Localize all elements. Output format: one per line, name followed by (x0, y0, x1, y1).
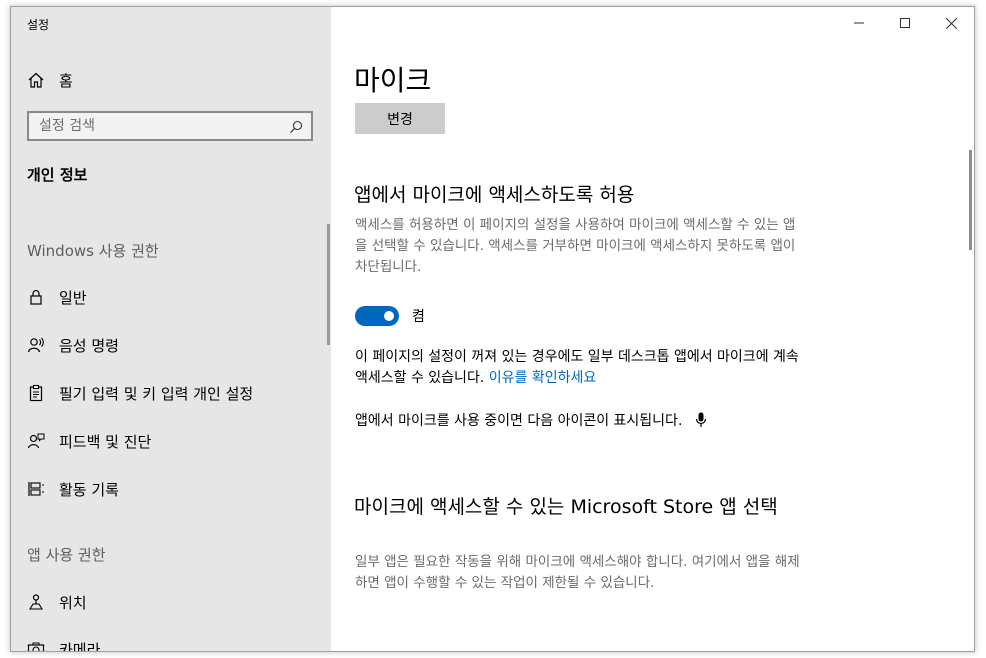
app-permissions-header: 앱 사용 권한 (27, 546, 106, 564)
sidebar-item-label: 위치 (59, 593, 87, 612)
maximize-icon (900, 18, 910, 28)
allow-access-toggle[interactable] (355, 306, 399, 326)
sidebar-home[interactable]: 홈 (27, 69, 73, 91)
toggle-knob (384, 311, 394, 321)
sidebar-item-general[interactable]: 일반 (27, 285, 87, 309)
close-icon (945, 17, 957, 29)
search-box[interactable] (27, 111, 313, 141)
clipboard-icon (27, 384, 45, 402)
mic-indicator-text: 앱에서 마이크를 사용 중이면 다음 아이콘이 표시됩니다. (355, 413, 683, 429)
sidebar-scrollbar[interactable] (327, 224, 330, 345)
content-scrollbar[interactable] (969, 150, 972, 250)
sidebar-item-label: 피드백 및 진단 (59, 432, 152, 451)
sidebar-item-location[interactable]: 위치 (27, 590, 87, 614)
sidebar-home-label: 홈 (59, 71, 73, 90)
location-icon (27, 593, 45, 611)
desktop-apps-note: 이 페이지의 설정이 꺼져 있는 경우에도 일부 데스크톱 앱에서 마이크에 계… (355, 347, 801, 389)
lock-icon (27, 288, 45, 306)
sidebar-item-speech[interactable]: 음성 명령 (27, 333, 119, 357)
activity-history-icon (27, 480, 45, 498)
app-title: 설정 (27, 18, 50, 32)
sidebar-item-label: 음성 명령 (59, 336, 119, 355)
camera-icon (27, 640, 45, 651)
minimize-icon (854, 22, 864, 24)
sidebar-item-label: 활동 기록 (59, 480, 119, 499)
mic-indicator-note: 앱에서 마이크를 사용 중이면 다음 아이콘이 표시됩니다. (355, 411, 801, 432)
allow-access-heading: 앱에서 마이크에 액세스하도록 허용 (354, 184, 635, 206)
sidebar-item-activity-history[interactable]: 활동 기록 (27, 477, 119, 501)
feedback-person-icon (27, 432, 45, 450)
main-content: 마이크 변경 앱에서 마이크에 액세스하도록 허용 액세스를 허용하면 이 페이… (331, 7, 974, 651)
sidebar: 설정 홈 개인 정보 Windows 사용 권한 일반 음성 명령 (11, 7, 331, 651)
search-icon[interactable] (289, 119, 303, 133)
allow-access-toggle-row: 켬 (355, 306, 425, 326)
sidebar-item-label: 일반 (59, 288, 87, 307)
sidebar-item-inking-typing[interactable]: 필기 입력 및 키 입력 개인 설정 (27, 381, 253, 405)
speech-icon (27, 336, 45, 354)
settings-window: 설정 홈 개인 정보 Windows 사용 권한 일반 음성 명령 (10, 6, 975, 652)
active-section-title: 개인 정보 (27, 166, 88, 184)
sidebar-item-label: 필기 입력 및 키 입력 개인 설정 (59, 384, 254, 403)
store-apps-heading: 마이크에 액세스할 수 있는 Microsoft Store 앱 선택 (354, 496, 778, 518)
sidebar-item-feedback[interactable]: 피드백 및 진단 (27, 429, 151, 453)
change-button[interactable]: 변경 (355, 103, 445, 134)
allow-access-description: 액세스를 허용하면 이 페이지의 설정을 사용하여 마이크에 액세스할 수 있는… (355, 217, 796, 275)
learn-why-link[interactable]: 이유를 확인하세요 (489, 370, 597, 386)
store-apps-description: 일부 앱은 필요한 작동을 위해 마이크에 액세스해야 합니다. 여기에서 앱을… (355, 554, 800, 591)
search-input[interactable] (29, 117, 289, 135)
sidebar-item-camera[interactable]: 카메라 (27, 637, 101, 652)
toggle-state-label: 켬 (412, 309, 425, 325)
windows-permissions-header: Windows 사용 권한 (27, 242, 159, 260)
close-button[interactable] (928, 7, 974, 39)
minimize-button[interactable] (836, 7, 882, 39)
maximize-button[interactable] (882, 7, 928, 39)
caption-buttons (836, 7, 974, 39)
home-icon (27, 71, 45, 89)
sidebar-item-label: 카메라 (59, 640, 101, 652)
microphone-icon (695, 412, 707, 428)
page-title: 마이크 (354, 64, 432, 97)
